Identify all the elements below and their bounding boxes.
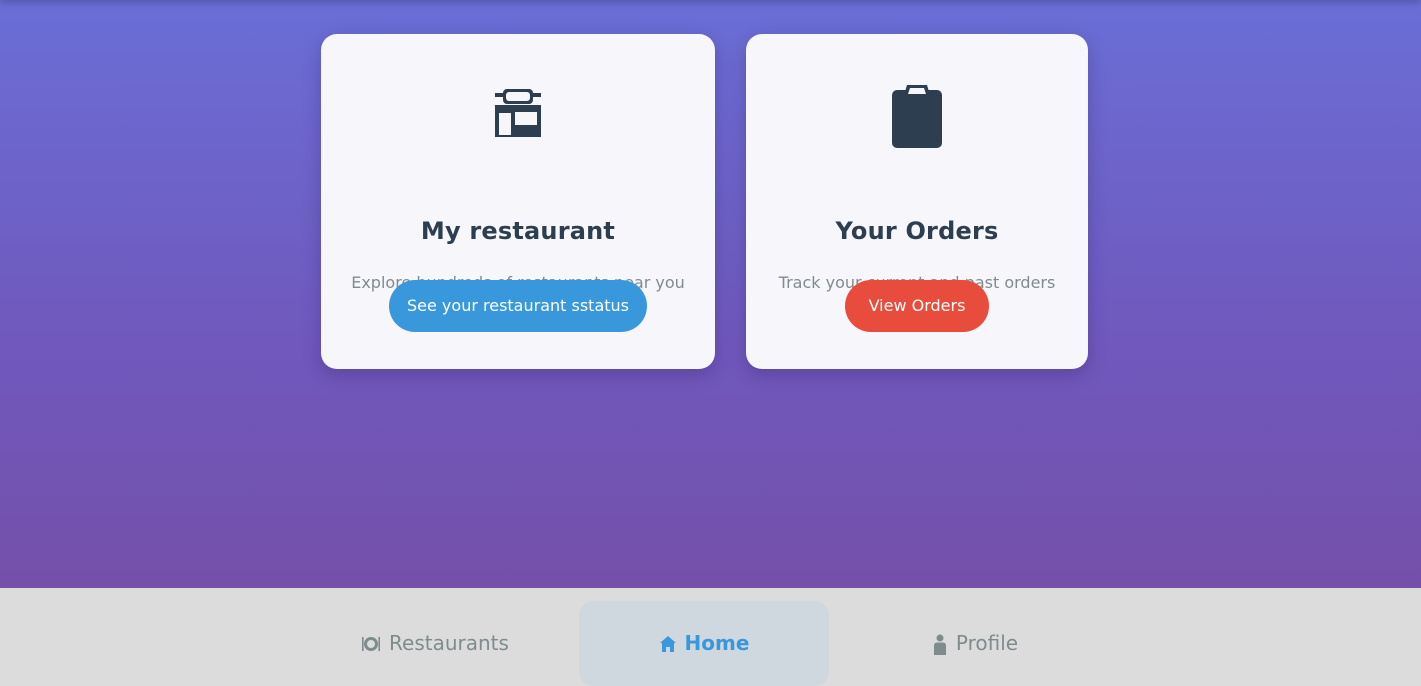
home-icon	[659, 634, 677, 658]
nav-item-restaurants[interactable]: Restaurants	[330, 601, 540, 686]
nav-label-restaurants: Restaurants	[389, 631, 509, 655]
store-icon	[321, 84, 715, 150]
my-restaurant-card: My restaurant Explore hundreds of restau…	[321, 34, 715, 369]
bottom-nav: Restaurants Home Profile	[0, 588, 1421, 686]
see-restaurant-status-button[interactable]: See your restaurant sstatus	[389, 280, 647, 332]
person-icon	[932, 634, 948, 661]
your-orders-card: Your Orders Track your current and past …	[746, 34, 1088, 369]
plate-utensils-icon	[361, 634, 381, 658]
nav-item-home[interactable]: Home	[579, 601, 829, 686]
nav-label-profile: Profile	[955, 631, 1019, 655]
nav-item-profile[interactable]: Profile	[870, 601, 1080, 686]
clipboard-icon	[746, 84, 1088, 150]
view-orders-button[interactable]: View Orders	[845, 280, 989, 332]
card-title: My restaurant	[420, 217, 616, 245]
card-title: Your Orders	[835, 217, 999, 245]
nav-label-home: Home	[684, 631, 750, 655]
